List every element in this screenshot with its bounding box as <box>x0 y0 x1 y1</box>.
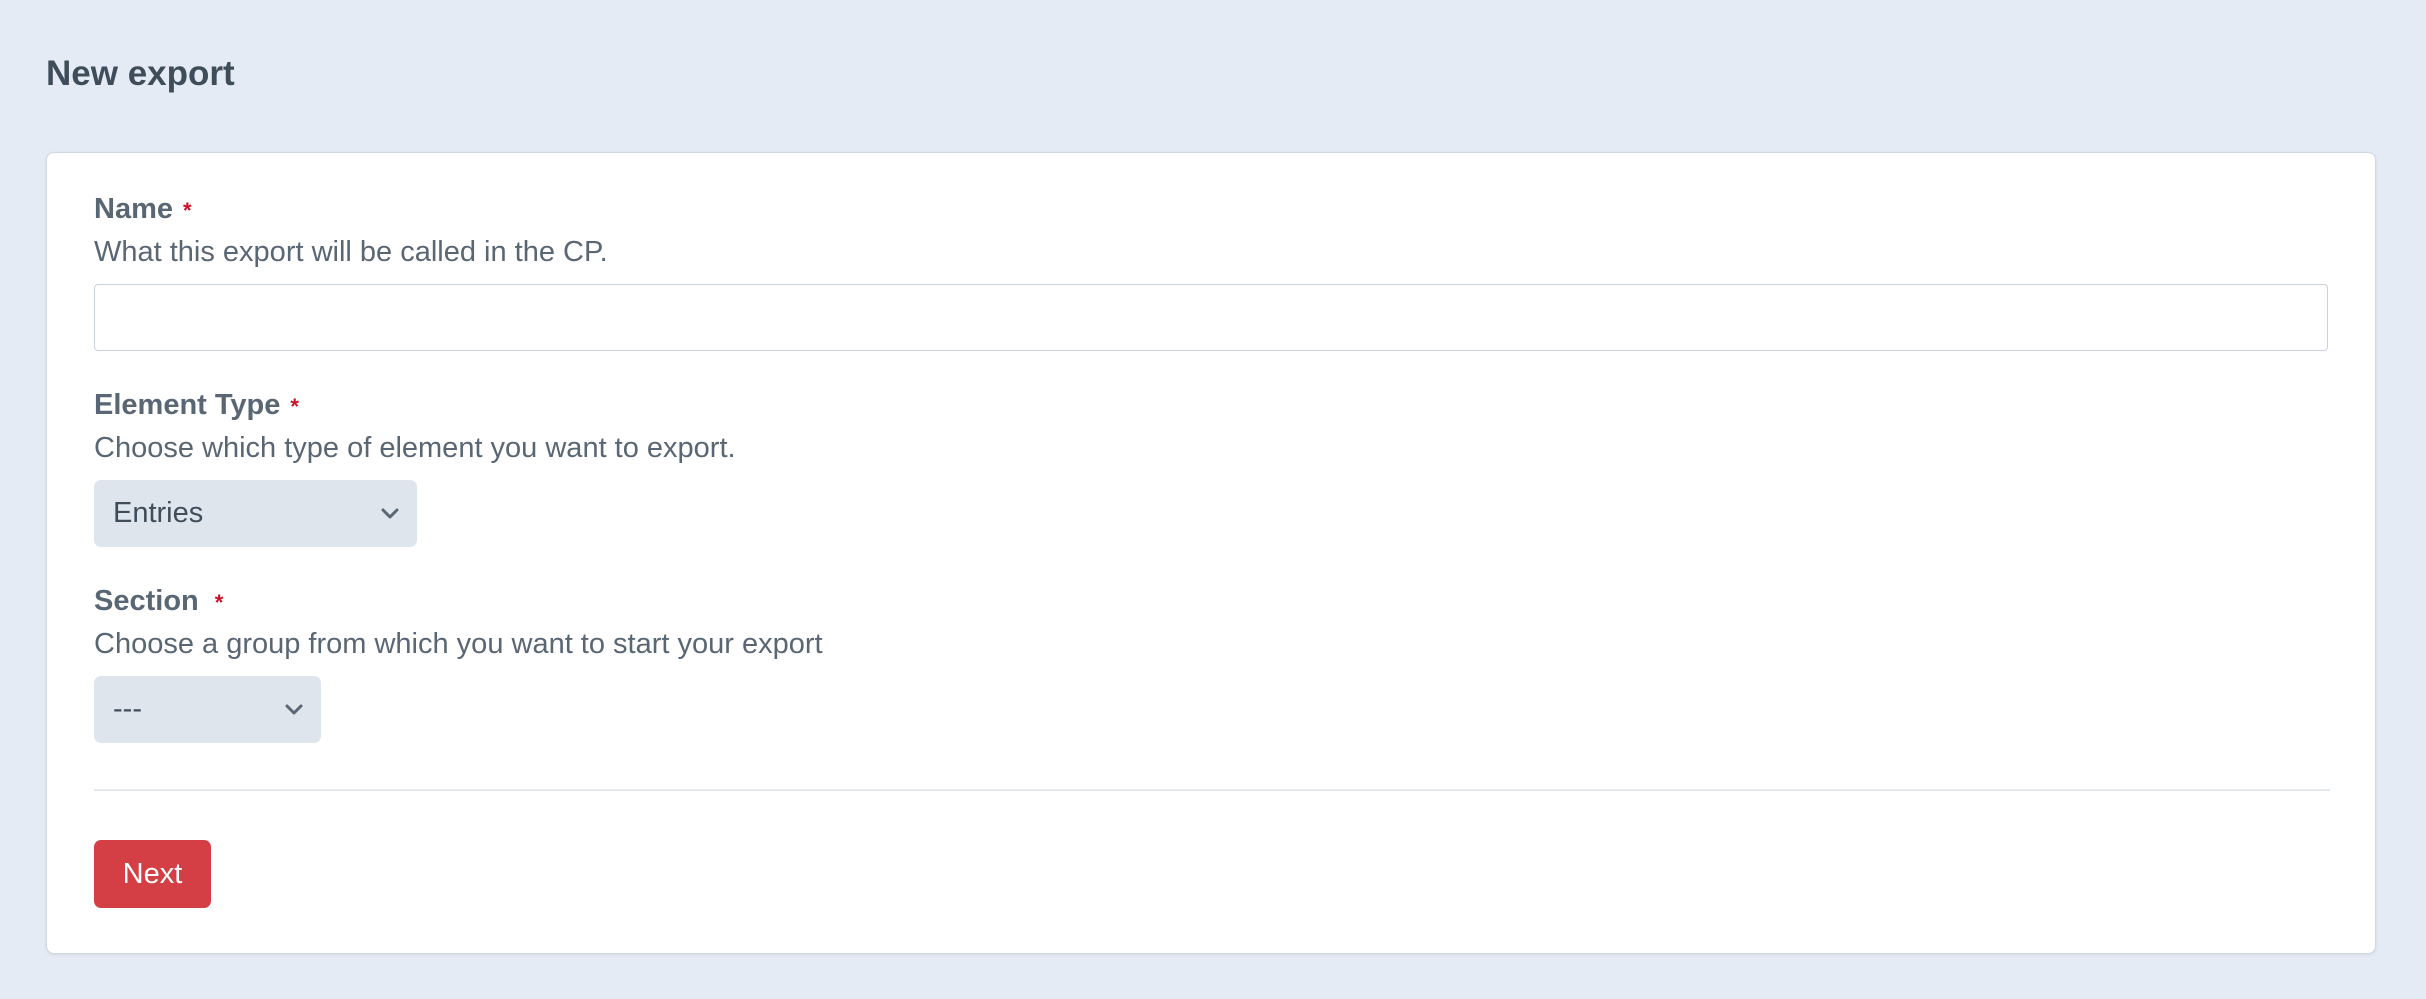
section-label: Section <box>94 585 199 617</box>
element-type-instructions: Choose which type of element you want to… <box>94 432 736 464</box>
export-form-card: Name * What this export will be called i… <box>46 152 2376 954</box>
section-field: Section * Choose a group from which you … <box>94 581 823 743</box>
name-field: Name * What this export will be called i… <box>94 189 2328 351</box>
section-field-heading: Section * <box>94 581 823 621</box>
required-asterisk-icon: * <box>183 198 192 223</box>
name-input[interactable] <box>94 284 2328 351</box>
section-instructions: Choose a group from which you want to st… <box>94 628 823 660</box>
chevron-down-icon <box>281 697 307 723</box>
element-type-label: Element Type <box>94 389 281 421</box>
section-select[interactable]: --- <box>94 676 321 743</box>
name-field-heading: Name * <box>94 189 2328 229</box>
name-instructions: What this export will be called in the C… <box>94 236 608 268</box>
section-selected-value: --- <box>113 693 142 725</box>
element-type-selected-value: Entries <box>113 497 204 529</box>
required-asterisk-icon: * <box>214 590 224 615</box>
element-type-field: Element Type * Choose which type of elem… <box>94 385 736 547</box>
element-type-field-heading: Element Type * <box>94 385 736 425</box>
form-divider <box>94 789 2330 791</box>
required-asterisk-icon: * <box>290 394 299 419</box>
next-button[interactable]: Next <box>94 840 211 908</box>
name-label: Name <box>94 193 173 225</box>
chevron-down-icon <box>377 501 403 527</box>
element-type-select[interactable]: Entries <box>94 480 417 547</box>
page-title: New export <box>46 54 235 93</box>
